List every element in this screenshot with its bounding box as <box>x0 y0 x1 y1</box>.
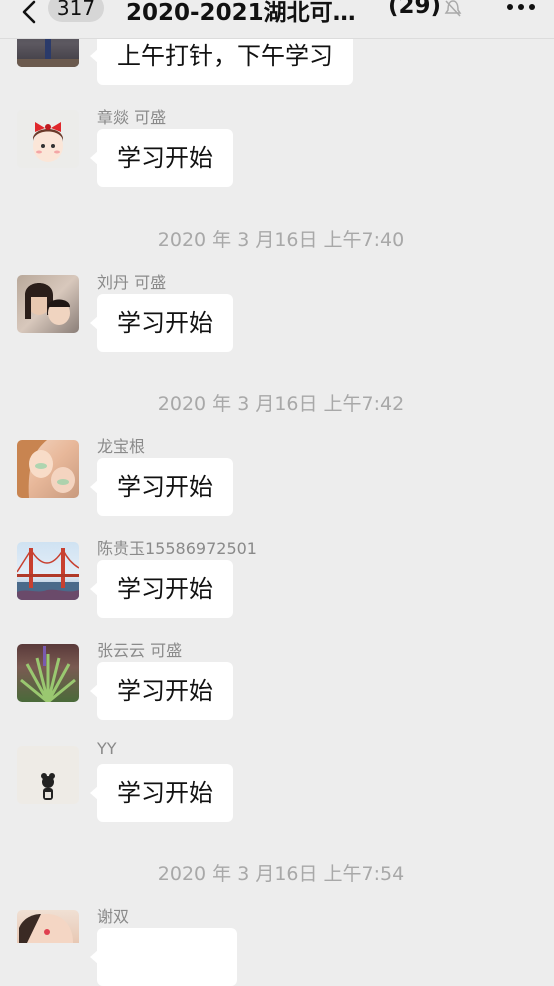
avatar-image <box>33 122 63 162</box>
sender-name: 谢双 <box>97 907 130 926</box>
avatar-image <box>20 646 76 702</box>
chevron-left-icon[interactable] <box>20 0 38 26</box>
message-bubble[interactable]: 学习开始 <box>90 560 233 618</box>
avatar[interactable] <box>17 910 79 943</box>
avatar[interactable] <box>17 275 79 333</box>
sender-name: 陈贵玉15586972501 <box>97 539 257 558</box>
timestamp: 2020 年 3 月16日 上午7:54 <box>157 863 405 885</box>
mute-bell-icon <box>444 0 462 17</box>
message-bubble[interactable]: 学习开始 <box>90 294 233 352</box>
sender-name: YY <box>97 739 117 758</box>
avatar-image <box>19 914 73 943</box>
avatar-image <box>17 548 79 600</box>
sender-name: 章燚 可盛 <box>97 108 167 127</box>
member-count: (29) <box>388 0 442 19</box>
sender-name: 龙宝根 <box>97 437 146 456</box>
message-bubble[interactable]: 学习开始 <box>90 764 233 822</box>
avatar-image <box>41 773 55 800</box>
unread-count-badge[interactable]: 317 <box>48 0 104 22</box>
avatar[interactable] <box>17 746 79 804</box>
avatar[interactable] <box>17 644 79 702</box>
message-bubble[interactable]: 学习开始 <box>90 662 233 720</box>
message-bubble[interactable] <box>90 928 237 986</box>
avatar[interactable] <box>17 542 79 600</box>
avatar[interactable] <box>17 440 79 498</box>
timestamp: 2020 年 3 月16日 上午7:40 <box>157 229 405 251</box>
sender-name: 张云云 可盛 <box>97 641 183 660</box>
sender-name: 刘丹 可盛 <box>97 273 167 292</box>
chat-title: 2020-2021湖北可… <box>126 0 356 26</box>
avatar[interactable] <box>17 110 79 168</box>
avatar-image <box>25 283 70 325</box>
chat-header: 317 2020-2021湖北可… (29) <box>0 0 554 39</box>
more-dots-icon[interactable] <box>506 1 536 13</box>
message-bubble[interactable]: 学习开始 <box>90 129 233 187</box>
avatar-image <box>17 440 75 498</box>
message-bubble[interactable]: 学习开始 <box>90 458 233 516</box>
timestamp: 2020 年 3 月16日 上午7:42 <box>157 393 405 415</box>
